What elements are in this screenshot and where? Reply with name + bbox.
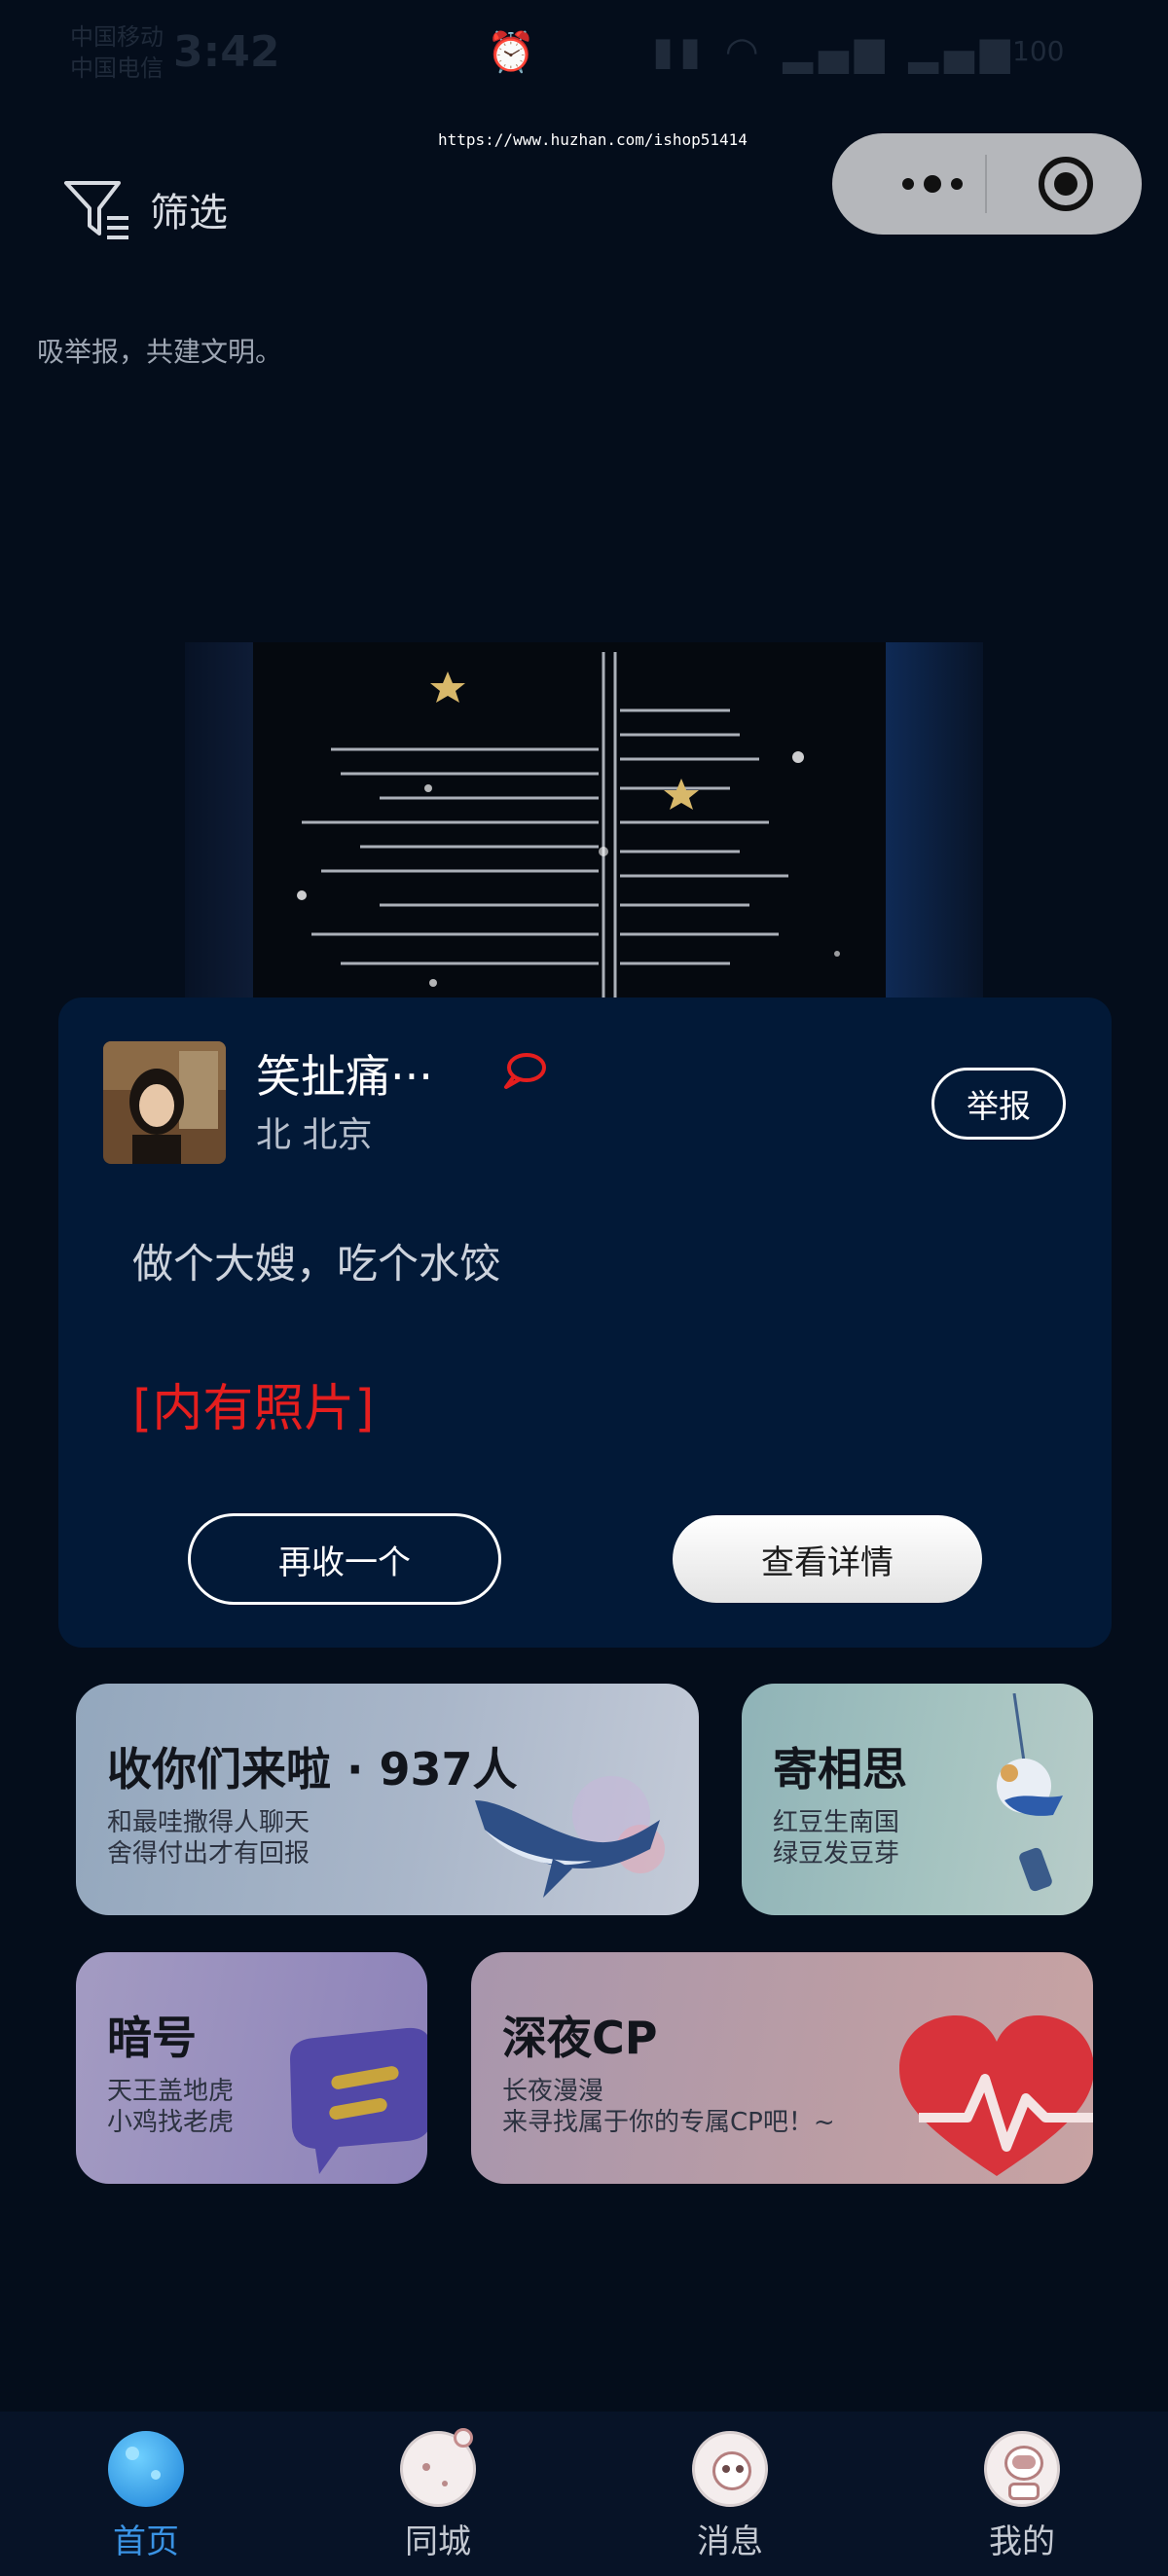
- tile-midnight-cp[interactable]: 深夜CP 长夜漫漫 来寻找属于你的专属CP吧！~: [471, 1952, 1093, 2184]
- carrier-line-2: 中国电信: [70, 54, 164, 82]
- astronaut-icon: [984, 2431, 1060, 2507]
- tab-home-label: 首页: [113, 2522, 179, 2561]
- tile-subtitle-2: 来寻找属于你的专属CP吧！~: [502, 2108, 835, 2137]
- more-menu-icon[interactable]: [879, 163, 986, 205]
- carrier-label: 中国移动 中国电信: [70, 21, 164, 84]
- alien-icon: [692, 2431, 768, 2507]
- tab-profile-label: 我的: [989, 2522, 1055, 2561]
- tile-code[interactable]: 暗号 天王盖地虎 小鸡找老虎: [76, 1952, 427, 2184]
- ornament-icon: [997, 1693, 1063, 1892]
- filter-button[interactable]: 筛选: [62, 175, 228, 243]
- bottom-tab-bar: 首页 同城 消息 我的: [0, 2412, 1168, 2576]
- tab-messages[interactable]: 消息: [633, 2431, 827, 2567]
- chat-bubble-icon[interactable]: [498, 1046, 549, 1097]
- battery-icon: 100: [1012, 35, 1065, 67]
- tab-messages-label: 消息: [697, 2522, 763, 2561]
- capsule-divider: [985, 155, 987, 213]
- tab-nearby-label: 同城: [405, 2522, 471, 2561]
- tile-subtitle-2: 舍得付出才有回报: [107, 1839, 310, 1869]
- post-location: 北 北京: [256, 1115, 373, 1155]
- carrier-line-1: 中国移动: [70, 23, 164, 51]
- avatar[interactable]: [103, 1041, 226, 1164]
- view-detail-button[interactable]: 查看详情: [673, 1515, 982, 1603]
- tile-title: 深夜CP: [502, 2012, 658, 2064]
- chat-bubble-icon: [290, 2027, 427, 2174]
- report-button[interactable]: 举报: [931, 1068, 1066, 1140]
- tile-title: 暗号: [107, 2012, 197, 2064]
- post-card: 笑扯痛··· 北 北京 举报 做个大嫂，吃个水饺 [内有照片] 再收一个 查看详…: [58, 998, 1112, 1648]
- post-username: 笑扯痛···: [256, 1050, 433, 1103]
- night-window-illustration: [185, 642, 983, 1002]
- status-time: 3:42: [173, 27, 280, 77]
- tile-title: 收你们来啦 · 937人: [107, 1743, 518, 1796]
- tab-home[interactable]: 首页: [49, 2431, 243, 2567]
- tile-missing[interactable]: 寄相思 红豆生南国 绿豆发豆芽: [742, 1684, 1093, 1915]
- alarm-icon: ⏰: [487, 30, 535, 75]
- planet-home-icon: [108, 2431, 184, 2507]
- heart-pulse-icon: [899, 2015, 1093, 2176]
- status-bar: 中国移动 中国电信 3:42 ⏰ ▮▮ ◠ ▂▄▆ ▂▄▆ 100: [0, 0, 1168, 117]
- moon-icon: [400, 2428, 476, 2507]
- tile-subtitle-2: 小鸡找老虎: [107, 2108, 235, 2137]
- signal-icons: ▮▮ ◠ ▂▄▆ ▂▄▆: [652, 29, 1016, 74]
- miniprogram-capsule: [832, 133, 1142, 235]
- close-miniprogram-icon[interactable]: [1039, 157, 1093, 211]
- tile-collect[interactable]: 收你们来啦 · 937人 和最哇撒得人聊天 舍得付出才有回报: [76, 1684, 699, 1915]
- collect-another-button[interactable]: 再收一个: [188, 1513, 501, 1605]
- post-message: 做个大嫂，吃个水饺: [132, 1240, 501, 1288]
- tile-title: 寄相思: [773, 1743, 907, 1796]
- photo-tag[interactable]: [内有照片]: [132, 1367, 375, 1440]
- tile-subtitle-2: 绿豆发豆芽: [773, 1839, 900, 1869]
- filter-label: 筛选: [150, 191, 228, 236]
- tab-nearby[interactable]: 同城: [341, 2428, 535, 2567]
- tab-profile[interactable]: 我的: [925, 2431, 1119, 2567]
- notice-text: 吸举报，共建文明。: [37, 336, 283, 368]
- watermark-url: https://www.huzhan.com/ishop51414: [438, 130, 748, 149]
- filter-icon: [64, 181, 128, 239]
